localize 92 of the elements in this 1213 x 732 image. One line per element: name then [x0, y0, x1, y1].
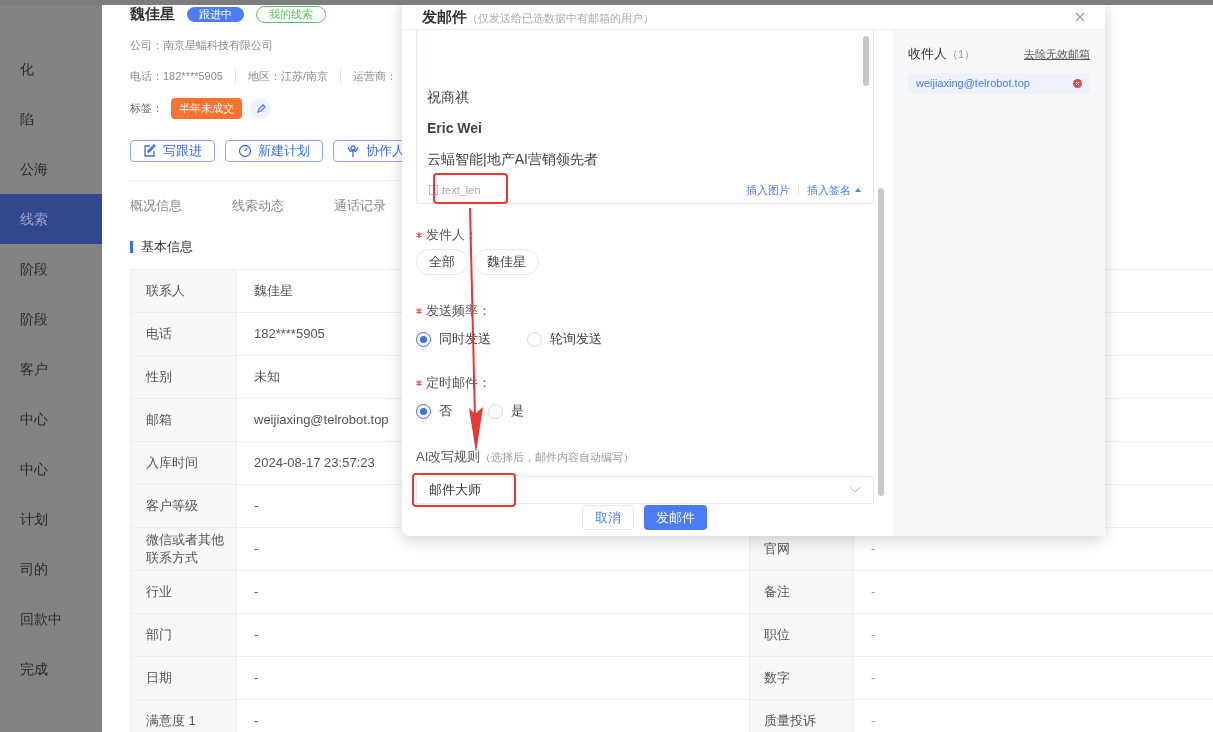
table-cell-text: -	[254, 625, 259, 644]
table-label-cell: 职位	[749, 613, 854, 656]
lead-name: 魏佳星	[130, 3, 175, 24]
edit-tag-button[interactable]	[250, 98, 271, 119]
section-title: 基本信息	[141, 238, 193, 256]
sidebar-item[interactable]: 阶段	[0, 244, 102, 294]
action-button[interactable]: 写跟进	[130, 140, 215, 162]
recipients-title: 收件人	[908, 45, 947, 63]
sidebar-item[interactable]: 公海	[0, 144, 102, 194]
table-cell-text: 182****5905	[254, 324, 325, 343]
field-hint: （选择后，邮件内容自动编写）	[480, 450, 635, 465]
table-cell-text: -	[871, 711, 876, 730]
meta-text: 运营商：	[353, 68, 398, 84]
table-cell-text: weijiaxing@telrobot.top	[254, 410, 389, 429]
field-label: AI改写规则	[416, 449, 481, 465]
tag: 半年未成交	[171, 98, 242, 119]
table-label-cell: 入库时间	[131, 441, 237, 484]
table-label-cell: 备注	[749, 570, 854, 613]
meta-text: 地区：江苏/南京	[247, 67, 341, 84]
sidebar-item[interactable]: 计划	[0, 494, 102, 544]
table-cell-text: -	[871, 582, 876, 601]
pencil-icon	[255, 103, 266, 114]
table-cell-text: -	[871, 539, 876, 558]
table-cell-text: -	[254, 496, 259, 515]
caret-up-icon	[855, 188, 861, 192]
editor-text-line: 云蝠智能|地产AI营销领先者	[427, 150, 598, 169]
recipients-count: （1）	[947, 46, 976, 62]
close-icon[interactable]	[1075, 12, 1085, 22]
people-icon	[346, 143, 360, 158]
chevron-down-icon	[849, 486, 861, 494]
section-marker	[130, 240, 133, 253]
table-label-cell: 微信或者其他联系方式	[131, 527, 237, 570]
action-button[interactable]: 新建计划	[225, 140, 323, 162]
table-label-cell: 日期	[131, 656, 237, 699]
table-label-cell: 电话	[131, 312, 237, 355]
remove-icon[interactable]	[1073, 78, 1082, 88]
tab[interactable]: 通话记录	[334, 195, 386, 215]
sidebar-item[interactable]: 线索	[0, 194, 102, 244]
dialog-title: 发邮件	[422, 6, 467, 27]
table-label-cell: 行业	[131, 570, 237, 613]
sidebar-item[interactable]: 完成	[0, 644, 102, 694]
table-cell-text: -	[254, 539, 259, 558]
company-text: 公司：南京星蝠科技有限公司	[130, 38, 273, 53]
sidebar-item[interactable]: 阶段	[0, 294, 102, 344]
remove-invalid-link[interactable]: 去除无效邮箱	[1024, 45, 1090, 62]
editor-text-line: 祝商祺	[427, 88, 469, 107]
radio-label: 轮询发送	[550, 330, 602, 349]
sidebar-item[interactable]: 回款中	[0, 594, 102, 644]
meta-text: 电话：182****5905	[130, 67, 236, 84]
table-cell-text: -	[871, 625, 876, 644]
table-cell-text: 魏佳星	[254, 281, 293, 300]
tab[interactable]: 概况信息	[130, 195, 182, 215]
sidebar-item[interactable]: 中心	[0, 394, 102, 444]
sidebar-item[interactable]: 司的	[0, 544, 102, 594]
edit-icon	[143, 143, 157, 158]
table-cell-text: -	[871, 668, 876, 687]
sidebar-item[interactable]: 陷	[0, 94, 102, 144]
sender-chip[interactable]: 全部	[416, 249, 468, 275]
radio-label: 否	[439, 402, 452, 421]
sidebar-item[interactable]: 中心	[0, 444, 102, 494]
sidebar-item[interactable]: 客户	[0, 344, 102, 394]
clock-icon	[238, 143, 252, 158]
table-cell-text: 未知	[254, 367, 280, 386]
document-icon	[429, 185, 438, 195]
sender-chip[interactable]: 魏佳星	[474, 249, 539, 275]
recipient-chip: weijiaxing@telrobot.top	[908, 72, 1090, 94]
table-label-cell: 部门	[131, 613, 237, 656]
field-label: 发件人：	[426, 227, 478, 243]
table-cell-text: -	[254, 582, 259, 601]
tab[interactable]: 线索动态	[232, 195, 284, 215]
table-label-cell: 质量投诉	[749, 699, 854, 732]
table-label-cell: 邮箱	[131, 398, 237, 441]
cancel-button[interactable]: 取消	[582, 505, 634, 530]
table-label-cell: 满意度 1	[131, 699, 237, 732]
table-label-cell: 数字	[749, 656, 854, 699]
radio-label: 是	[511, 402, 524, 421]
text-length-counter: text_len	[442, 182, 481, 198]
table-label-cell: 客户等级	[131, 484, 237, 527]
table-label-cell: 性别	[131, 355, 237, 398]
send-button[interactable]: 发邮件	[644, 505, 707, 530]
select-field[interactable]: 邮件大师	[416, 476, 874, 504]
table-cell-text: -	[254, 711, 259, 730]
table-cell-text: -	[254, 668, 259, 687]
insert-signature-link[interactable]: 插入签名	[807, 181, 861, 199]
table-label-cell: 联系人	[131, 269, 237, 312]
table-cell-text: 2024-08-17 23:57:23	[254, 453, 375, 472]
insert-image-link[interactable]: 插入图片	[746, 181, 790, 199]
status-badge: 跟进中	[187, 6, 244, 22]
tags-label: 标签：	[130, 101, 163, 117]
editor-text-line: Eric Wei	[427, 119, 482, 138]
dialog-subtitle: （仅发送给已选数据中有邮箱的用户）	[467, 10, 654, 26]
sidebar-item[interactable]: 化	[0, 44, 102, 94]
